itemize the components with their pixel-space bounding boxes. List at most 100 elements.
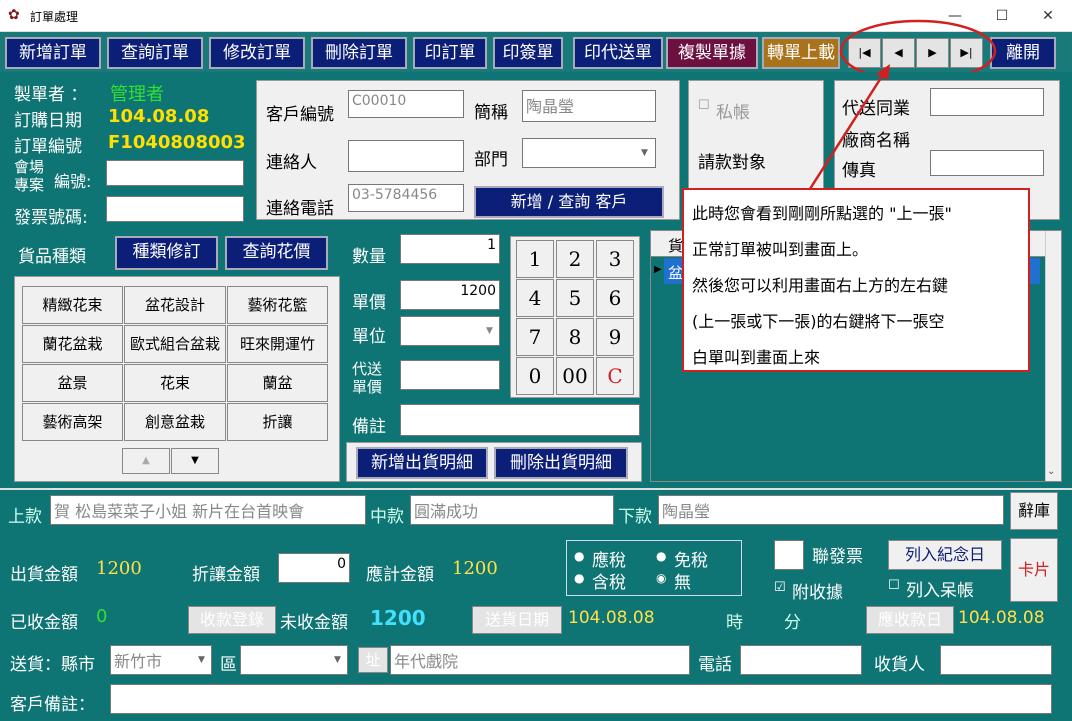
page-up-button[interactable]: ▲ <box>122 448 170 474</box>
exit-button[interactable]: 離開 <box>990 37 1056 69</box>
delivery-phone-input[interactable] <box>740 645 862 675</box>
contact-input[interactable] <box>348 140 464 172</box>
order-number-value: F1040808003 <box>108 132 246 153</box>
keypad-key[interactable]: 5 <box>556 279 594 317</box>
close-icon[interactable]: ✕ <box>1038 6 1058 26</box>
keypad-key[interactable]: 9 <box>596 318 634 356</box>
keypad-key[interactable]: 8 <box>556 318 594 356</box>
taxed-radio[interactable]: ● <box>574 549 584 563</box>
customer-remark-input[interactable] <box>110 684 1052 714</box>
city-select[interactable]: 新竹市 <box>110 645 212 675</box>
top-message-input[interactable]: 賀 松島菜菜子小姐 新片在台首映會 <box>50 495 366 525</box>
fax-input[interactable] <box>930 150 1044 176</box>
department-label: 部門 <box>474 150 508 170</box>
goods-item[interactable]: 精緻花束 <box>22 286 123 324</box>
no-tax-radio[interactable]: ◉ <box>656 571 666 585</box>
goods-item[interactable]: 折讓 <box>227 403 328 441</box>
joint-invoice-checkbox[interactable] <box>774 540 804 570</box>
keypad-key[interactable]: 1 <box>516 240 554 278</box>
keypad-clear-key[interactable]: C <box>596 357 634 395</box>
bottom-message-input[interactable]: 陶晶瑩 <box>658 495 1004 525</box>
print-receipt-button[interactable]: 印簽單 <box>493 37 563 69</box>
receiver-label: 收貨人 <box>874 655 925 675</box>
keypad-key[interactable]: 4 <box>516 279 554 317</box>
delivery-city-label: 送貨：縣市 <box>10 655 95 675</box>
add-query-customer-button[interactable]: 新增 / 查詢 客戶 <box>474 186 664 218</box>
goods-item[interactable]: 藝術花籃 <box>227 286 328 324</box>
message-library-button[interactable]: 辭庫 <box>1010 492 1058 530</box>
goods-item[interactable]: 旺來開運竹 <box>227 325 328 363</box>
maker-value: 管理者 <box>110 84 164 105</box>
keypad-key[interactable]: 3 <box>596 240 634 278</box>
invoice-number-input[interactable] <box>106 196 244 222</box>
goods-item[interactable]: 蘭花盆栽 <box>22 325 123 363</box>
receipt-entry-button[interactable]: 收款登錄 <box>188 606 276 634</box>
received-amount-value: 0 <box>96 606 108 627</box>
no-tax-label: 無 <box>674 573 691 593</box>
goods-item[interactable]: 盆景 <box>22 364 123 402</box>
category-edit-button[interactable]: 種類修訂 <box>115 236 218 270</box>
mid-message-input[interactable]: 圓滿成功 <box>410 495 614 525</box>
attach-receipt-checkbox[interactable]: ☑ <box>774 580 786 595</box>
phone-input[interactable]: 03-5784456 <box>348 184 464 212</box>
keypad-key[interactable]: 7 <box>516 318 554 356</box>
address-input[interactable]: 年代戲院 <box>390 645 690 675</box>
agent-price-input[interactable] <box>400 360 500 390</box>
address-button[interactable]: 址 <box>358 647 388 673</box>
bad-debt-checkbox[interactable]: ☐ <box>888 578 900 593</box>
district-select[interactable] <box>240 645 348 675</box>
print-agent-button[interactable]: 印代送單 <box>573 37 663 69</box>
department-select[interactable] <box>522 138 656 168</box>
unpaid-amount-value: 1200 <box>370 606 426 630</box>
delete-order-button[interactable]: 刪除訂單 <box>311 37 407 69</box>
unit-price-input[interactable]: 1200 <box>400 280 500 310</box>
section-divider <box>0 488 1072 490</box>
customer-short-input[interactable]: 陶晶瑩 <box>522 90 656 122</box>
goods-item[interactable]: 藝術高架 <box>22 403 123 441</box>
project-label: 專案 <box>14 176 45 194</box>
delete-shipment-detail-button[interactable]: 刪除出貨明細 <box>494 447 628 479</box>
add-shipment-detail-button[interactable]: 新增出貨明細 <box>356 447 488 479</box>
edit-order-button[interactable]: 修改訂單 <box>209 37 305 69</box>
copy-document-button[interactable]: 複製單據 <box>666 37 758 69</box>
keypad-key[interactable]: 0 <box>516 357 554 395</box>
scroll-down-icon[interactable]: ⌄ <box>1047 466 1055 477</box>
goods-category-label: 貨品種類 <box>18 247 86 267</box>
receiver-input[interactable] <box>940 645 1052 675</box>
unit-select[interactable] <box>400 316 500 346</box>
keypad-key[interactable]: 6 <box>596 279 634 317</box>
quantity-input[interactable]: 1 <box>400 234 500 264</box>
customer-id-label: 客戶編號 <box>266 105 334 125</box>
discount-amount-input[interactable]: 0 <box>278 553 350 583</box>
quantity-label: 數量 <box>352 247 386 267</box>
hour-label: 時 <box>726 613 743 633</box>
note-input[interactable] <box>400 404 640 436</box>
new-order-button[interactable]: 新增訂單 <box>5 37 101 69</box>
bad-debt-label: 列入呆帳 <box>906 581 974 601</box>
customer-id-input[interactable]: C00010 <box>348 90 464 118</box>
add-memorial-day-button[interactable]: 列入紀念日 <box>888 540 1002 570</box>
private-checkbox[interactable]: ☐ <box>698 98 710 113</box>
delivery-date-button[interactable]: 送貨日期 <box>472 606 562 634</box>
card-button[interactable]: 卡片 <box>1010 538 1058 602</box>
keypad-key[interactable]: 2 <box>556 240 594 278</box>
goods-item[interactable]: 蘭盆 <box>227 364 328 402</box>
phone-label: 連絡電話 <box>266 199 334 219</box>
query-order-button[interactable]: 查詢訂單 <box>107 37 203 69</box>
keypad-key[interactable]: 00 <box>556 357 594 395</box>
tax-free-radio[interactable]: ● <box>656 549 666 563</box>
query-price-button[interactable]: 查詢花價 <box>225 236 328 270</box>
receivable-date-button[interactable]: 應收款日 <box>866 606 954 634</box>
callout-arrow <box>806 64 890 193</box>
agent-peer-input[interactable] <box>930 88 1044 116</box>
tax-included-radio[interactable]: ● <box>574 571 584 585</box>
goods-item[interactable]: 盆花設計 <box>124 286 226 324</box>
goods-item[interactable]: 創意盆栽 <box>124 403 226 441</box>
page-down-button[interactable]: ▼ <box>171 448 219 474</box>
annotation-callout: 此時您會看到剛剛所點選的 "上一張" 正常訂單被叫到畫面上。 然後您可以利用畫面… <box>682 188 1030 372</box>
venue-number-input[interactable] <box>106 160 244 186</box>
goods-item[interactable]: 花束 <box>124 364 226 402</box>
print-order-button[interactable]: 印訂單 <box>413 37 487 69</box>
grid-scrollbar[interactable] <box>1045 231 1061 481</box>
goods-item[interactable]: 歐式組合盆栽 <box>124 325 226 363</box>
